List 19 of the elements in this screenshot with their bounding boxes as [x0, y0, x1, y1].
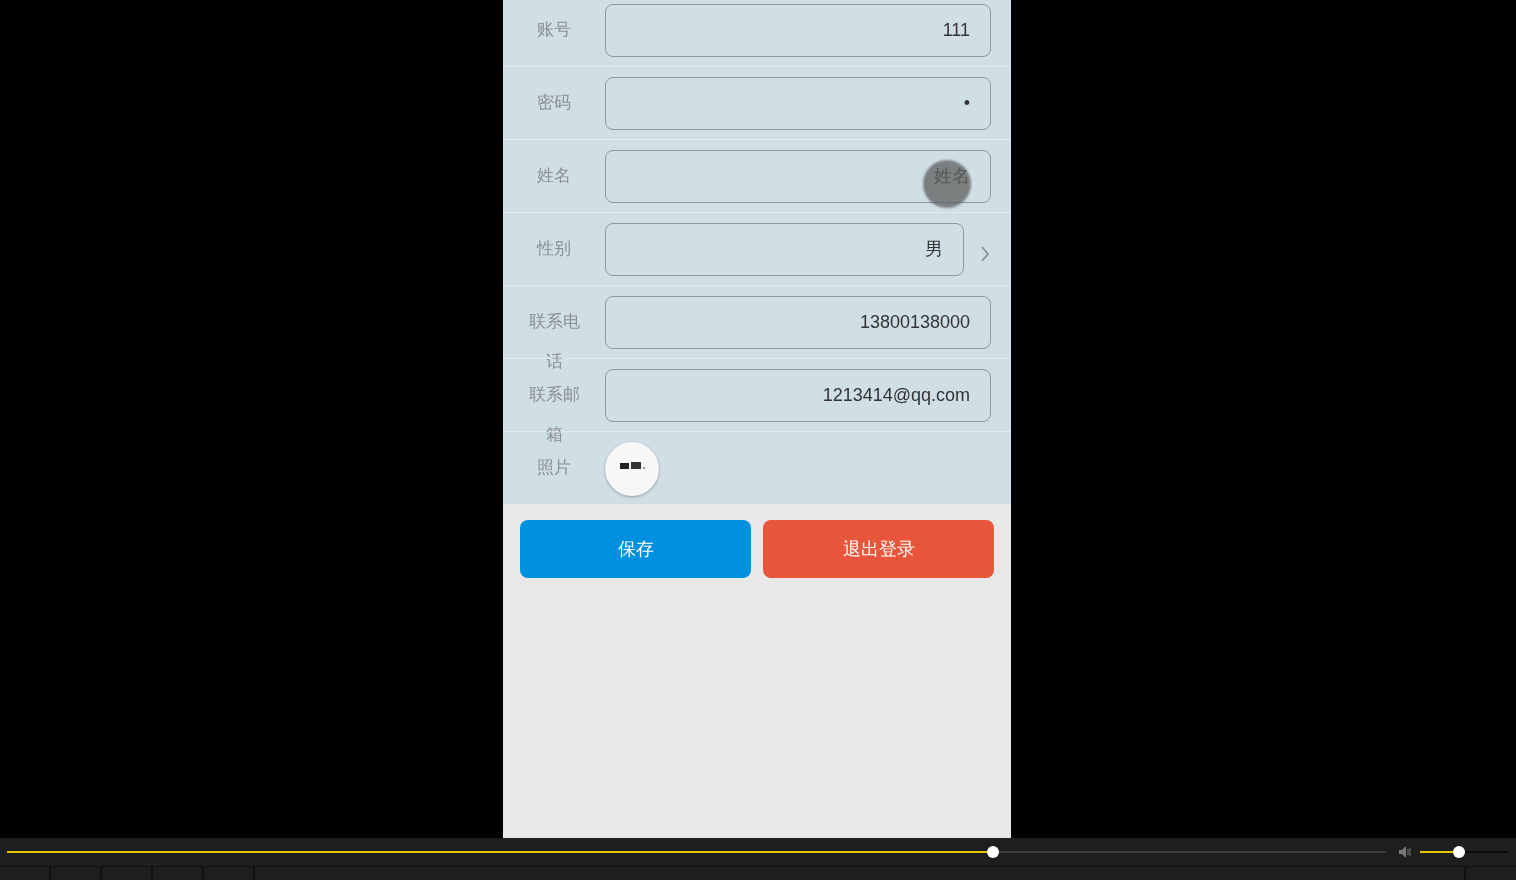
field-label: 联系邮箱 — [527, 384, 581, 446]
text-field[interactable]: 111 — [605, 4, 991, 57]
seek-bar[interactable] — [7, 846, 1386, 858]
seek-handle[interactable] — [987, 846, 999, 858]
field-label: 姓名 — [536, 165, 572, 187]
field-label: 性别 — [535, 238, 572, 260]
text-field[interactable]: 1213414@qq.com — [605, 369, 991, 422]
text-field[interactable]: 13800138000 — [605, 296, 991, 349]
field-label: 密码 — [536, 92, 572, 114]
volume-handle[interactable] — [1452, 846, 1465, 858]
field-label: 账号 — [536, 19, 572, 41]
volume-slider[interactable] — [1420, 846, 1508, 858]
field-label: 照片 — [536, 457, 572, 479]
text-field[interactable]: • — [605, 77, 991, 130]
speaker-icon[interactable] — [1398, 845, 1412, 859]
chevron-right-icon — [980, 244, 990, 263]
action-button[interactable]: 退出登录 — [763, 520, 994, 578]
select-field[interactable]: 男 — [605, 223, 964, 276]
field-label: 联系电话 — [527, 311, 581, 373]
